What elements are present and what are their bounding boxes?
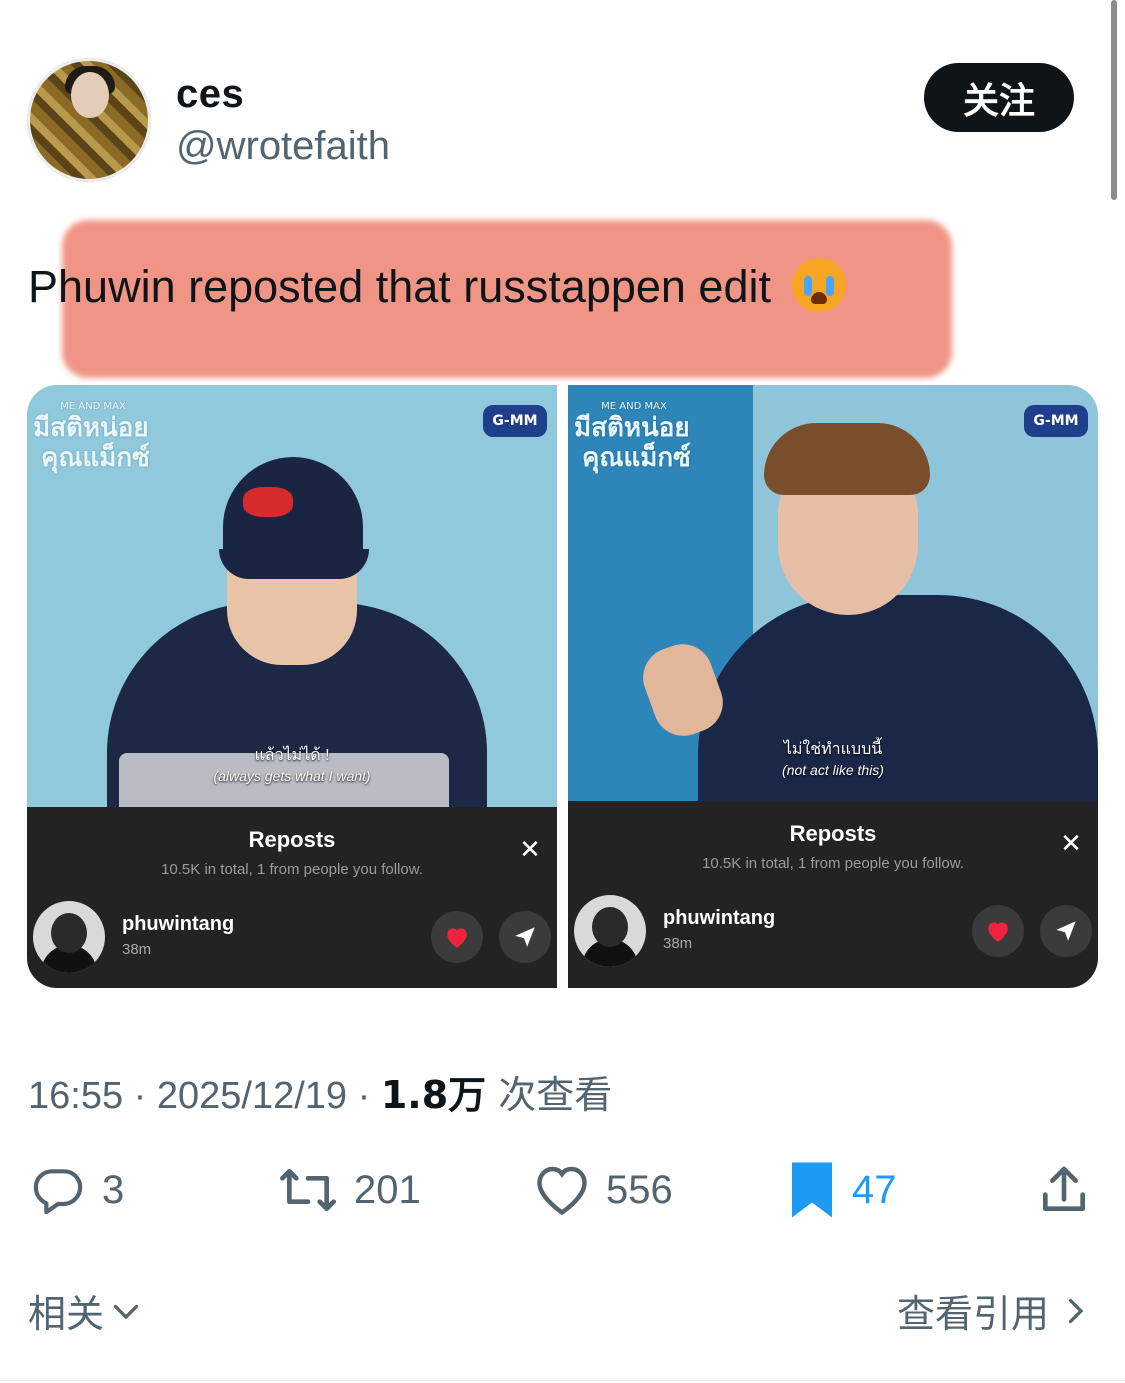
sheet-subtitle: 10.5K in total, 1 from people you follow… bbox=[702, 855, 964, 872]
repost-time: 38m bbox=[663, 935, 693, 952]
like-button[interactable]: 556 bbox=[532, 1158, 673, 1222]
show-title: ME AND MAX มีสติหน่อย คุณแม็กซ์ bbox=[574, 401, 691, 473]
heart-outline-icon bbox=[537, 1166, 587, 1216]
chevron-down-icon bbox=[113, 1304, 139, 1319]
author-display-name[interactable]: ces bbox=[176, 72, 244, 117]
send-icon bbox=[499, 911, 551, 963]
tweet-media[interactable]: ME AND MAX มีสติหน่อย คุณแม็กซ์ G-MM แล้… bbox=[27, 385, 1098, 988]
send-icon bbox=[1040, 905, 1092, 957]
media-image-2[interactable]: ME AND MAX มีสติหน่อย คุณแม็กซ์ G-MM ไม่… bbox=[568, 385, 1098, 988]
bookmark-count: 47 bbox=[852, 1167, 897, 1212]
video-frame: ME AND MAX มีสติหน่อย คุณแม็กซ์ G-MM ไม่… bbox=[568, 385, 1098, 801]
bookmark-filled-icon bbox=[792, 1162, 832, 1218]
sheet-title: Reposts bbox=[248, 827, 336, 852]
related-label: 相关 bbox=[28, 1292, 105, 1336]
retweet-button[interactable]: 201 bbox=[276, 1158, 421, 1222]
reply-count: 3 bbox=[102, 1167, 125, 1212]
share-icon bbox=[1043, 1166, 1085, 1211]
heart-icon bbox=[431, 911, 483, 963]
view-label: 次查看 bbox=[486, 1073, 613, 1117]
divider bbox=[0, 1380, 1125, 1381]
tweet-text: Phuwin reposted that russtappen edit bbox=[28, 258, 846, 315]
heart-icon bbox=[972, 905, 1024, 957]
author-handle[interactable]: @wrotefaith bbox=[176, 124, 390, 169]
media-image-1[interactable]: ME AND MAX มีสติหน่อย คุณแม็กซ์ G-MM แล้… bbox=[27, 385, 557, 988]
follow-button[interactable]: 关注 bbox=[924, 63, 1074, 132]
close-icon: ✕ bbox=[1060, 828, 1082, 858]
subtitle-thai: ไม่ใช่ทำแบบนี้ bbox=[783, 741, 883, 758]
scrollbar[interactable] bbox=[1111, 0, 1117, 200]
show-title: ME AND MAX มีสติหน่อย คุณแม็กซ์ bbox=[33, 401, 150, 473]
share-button[interactable] bbox=[1036, 1158, 1092, 1222]
retweet-icon bbox=[280, 1169, 336, 1211]
tweet-text-content: Phuwin reposted that russtappen edit bbox=[28, 261, 771, 312]
reposts-sheet: Reposts 10.5K in total, 1 from people yo… bbox=[568, 801, 1098, 988]
reply-button[interactable]: 3 bbox=[28, 1158, 124, 1222]
repost-user-avatar bbox=[33, 901, 105, 973]
like-count: 556 bbox=[606, 1167, 673, 1212]
sheet-title: Reposts bbox=[789, 821, 877, 846]
sheet-subtitle: 10.5K in total, 1 from people you follow… bbox=[161, 861, 423, 878]
related-toggle[interactable]: 相关 bbox=[28, 1283, 144, 1338]
repost-time: 38m bbox=[122, 941, 152, 958]
reposts-sheet: Reposts 10.5K in total, 1 from people yo… bbox=[27, 807, 557, 988]
view-quotes-link[interactable]: 查看引用 bbox=[897, 1283, 1093, 1338]
author-avatar[interactable] bbox=[27, 58, 151, 182]
crying-face-icon bbox=[791, 258, 846, 312]
tweet-meta: 16:55 · 2025/12/19 · 1.8万 次查看 bbox=[28, 1073, 613, 1117]
view-quotes-label: 查看引用 bbox=[896, 1292, 1049, 1336]
tweet-time[interactable]: 16:55 bbox=[28, 1075, 123, 1117]
video-frame: ME AND MAX มีสติหน่อย คุณแม็กซ์ G-MM แล้… bbox=[27, 385, 557, 807]
reply-icon bbox=[33, 1169, 83, 1215]
close-icon: ✕ bbox=[519, 834, 541, 864]
repost-user-name: phuwintang bbox=[663, 907, 776, 929]
subtitle-english: (always gets what I want) bbox=[213, 768, 371, 784]
bookmark-button[interactable]: 47 bbox=[786, 1158, 897, 1222]
retweet-count: 201 bbox=[354, 1167, 421, 1212]
subtitle-thai: แล้วไม่ได้ ! bbox=[254, 747, 330, 764]
tweet-date[interactable]: 2025/12/19 bbox=[157, 1075, 347, 1117]
channel-logo: G-MM bbox=[1024, 405, 1088, 437]
chevron-right-icon bbox=[1068, 1298, 1084, 1323]
repost-user-avatar bbox=[574, 895, 646, 967]
subtitle-english: (not act like this) bbox=[782, 762, 884, 778]
channel-logo: G-MM bbox=[483, 405, 547, 437]
repost-user-name: phuwintang bbox=[122, 913, 235, 935]
view-count: 1.8万 bbox=[380, 1073, 487, 1117]
